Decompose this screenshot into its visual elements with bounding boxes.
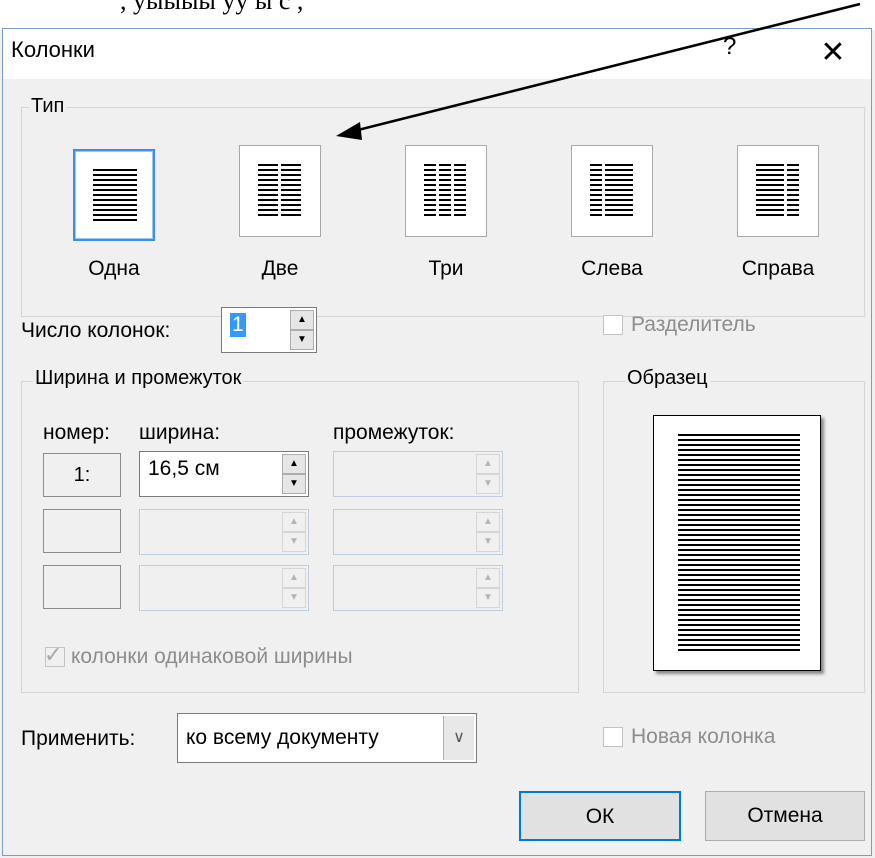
annotation-arrow <box>336 2 861 140</box>
